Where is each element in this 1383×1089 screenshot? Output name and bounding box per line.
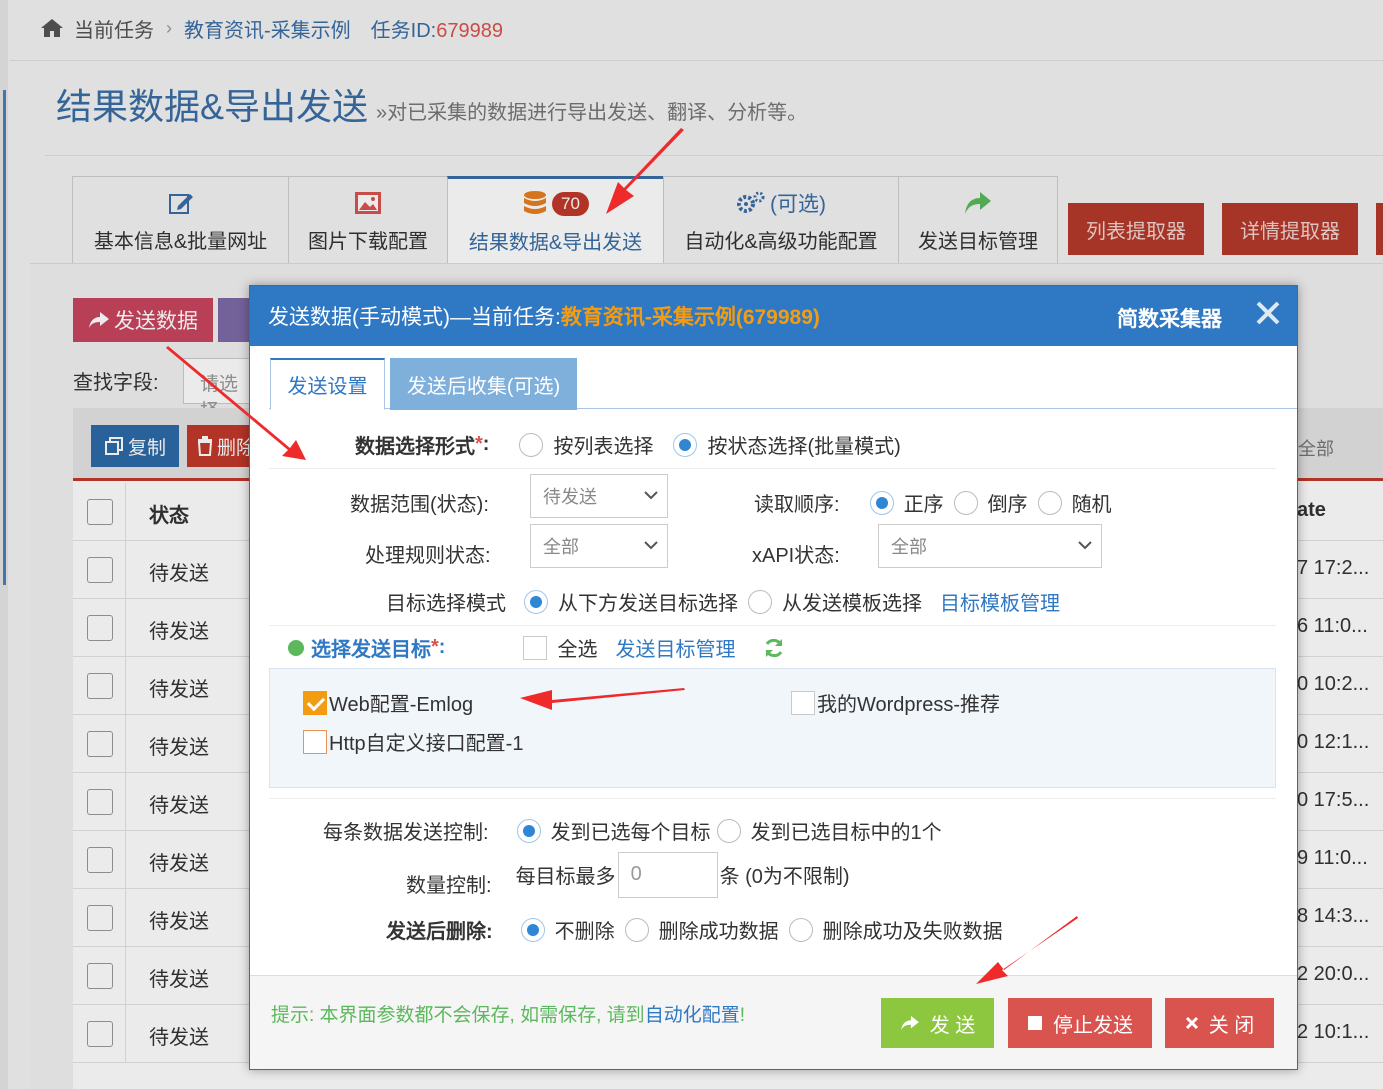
stop-icon: [1028, 1016, 1042, 1030]
data-range-value: 待发送: [543, 487, 597, 507]
radio-delete-all-label: 删除成功及失败数据: [822, 921, 1003, 943]
required-mark: *: [475, 433, 483, 455]
data-select-row: 数据选择形式 *: 按列表选择 按状态选择(批量模式): [355, 430, 901, 459]
automation-config-link[interactable]: 自动化配置: [645, 1005, 740, 1026]
modal-tabs: 发送设置 发送后收集(可选): [269, 355, 1297, 410]
per-data-row: 每条数据发送控制: 发到已选每个目标 发到已选目标中的1个: [323, 816, 942, 845]
status-dot-icon: [288, 639, 304, 656]
radio-target-below[interactable]: [524, 589, 548, 614]
select-target-label: 选择发送目标: [311, 639, 431, 661]
target-item-emlog[interactable]: Web配置-Emlog: [303, 688, 473, 717]
radio-no-delete-label: 不删除: [554, 921, 615, 943]
rule-status-value: 全部: [543, 537, 579, 557]
data-range-label: 数据范围(状态):: [350, 494, 489, 516]
modal-title: 发送数据(手动模式)—当前任务:: [268, 306, 561, 329]
target-item-wordpress[interactable]: 我的Wordpress-推荐: [791, 688, 1000, 717]
radio-by-status-label: 按状态选择(批量模式): [707, 436, 901, 458]
radio-order-random-label: 随机: [1071, 494, 1112, 516]
read-order-label: 读取顺序:: [754, 494, 840, 516]
divider: [269, 798, 1276, 799]
target-checkbox-http[interactable]: [303, 729, 327, 754]
xapi-status-value: 全部: [891, 537, 927, 557]
radio-target-template-label: 从发送模板选择: [782, 593, 922, 615]
chevron-down-icon: [644, 541, 658, 550]
close-button-label: 关 闭: [1208, 1014, 1255, 1037]
quantity-label: 数量控制:: [406, 875, 492, 897]
chevron-down-icon: [644, 491, 658, 500]
send-button[interactable]: 发 送: [881, 998, 994, 1048]
rule-status-select[interactable]: 全部: [530, 524, 668, 568]
read-order-row: 读取顺序: 正序 倒序 随机: [754, 488, 1112, 517]
data-select-label: 数据选择形式: [355, 436, 475, 458]
stop-send-label: 停止发送: [1053, 1014, 1133, 1037]
xapi-status-select[interactable]: 全部: [878, 524, 1102, 568]
target-label-emlog: Web配置-Emlog: [329, 694, 474, 716]
radio-by-list-label: 按列表选择: [553, 436, 654, 458]
select-all-label: 全选: [557, 639, 598, 661]
chevron-down-icon: [1078, 541, 1092, 550]
quantity-suffix: 条 (0为不限制): [719, 866, 850, 888]
delete-after-label: 发送后删除:: [386, 921, 493, 943]
tab-send-settings[interactable]: 发送设置: [270, 358, 385, 410]
radio-order-asc-label: 正序: [903, 494, 944, 516]
hint-text: 提示: 本界面参数都不会保存, 如需保存, 请到: [271, 1005, 645, 1026]
target-mode-label: 目标选择模式: [386, 593, 506, 615]
target-manage-link[interactable]: 发送目标管理: [615, 633, 735, 662]
rule-status-label: 处理规则状态:: [365, 545, 491, 567]
target-label-wordpress: 我的Wordpress-推荐: [817, 694, 1000, 716]
radio-send-one-label: 发到已选目标中的1个: [750, 822, 942, 844]
target-label-http: Http自定义接口配置-1: [329, 733, 524, 755]
send-button-label: 发 送: [929, 1014, 976, 1037]
hint-suffix: !: [739, 1005, 745, 1026]
divider: [269, 625, 1276, 626]
close-icon[interactable]: [1254, 299, 1282, 327]
data-range-select[interactable]: 待发送: [530, 474, 668, 518]
target-mode-row: 目标选择模式 从下方发送目标选择 从发送模板选择 目标模板管理: [386, 587, 1060, 616]
tab-after-send-collect[interactable]: 发送后收集(可选): [390, 358, 577, 410]
quantity-prefix: 每目标最多: [515, 866, 616, 888]
refresh-icon[interactable]: [763, 637, 785, 659]
save-hint: 提示: 本界面参数都不会保存, 如需保存, 请到自动化配置!: [271, 1000, 745, 1027]
radio-target-below-label: 从下方发送目标选择: [558, 593, 738, 615]
quantity-input[interactable]: 0: [617, 851, 718, 898]
modal-task-name: 教育资讯-采集示例(679989): [560, 306, 820, 329]
radio-order-desc-label: 倒序: [987, 494, 1028, 516]
share-icon: [900, 1015, 919, 1031]
radio-send-each-label: 发到已选每个目标: [550, 822, 711, 844]
stop-send-button[interactable]: 停止发送: [1008, 998, 1152, 1048]
select-all-checkbox[interactable]: [523, 635, 548, 660]
target-checkbox-wordpress[interactable]: [791, 690, 815, 715]
radio-no-delete[interactable]: [520, 917, 545, 942]
close-icon: [1185, 1016, 1198, 1030]
radio-order-asc[interactable]: [869, 490, 894, 515]
brand-name: 简数采集器: [1117, 308, 1222, 331]
radio-delete-all[interactable]: [788, 917, 813, 942]
radio-order-random[interactable]: [1037, 490, 1062, 515]
select-target-row: 选择发送目标 *: 全选 发送目标管理: [287, 633, 785, 662]
delete-after-row: 发送后删除: 不删除 删除成功数据 删除成功及失败数据: [386, 915, 1003, 944]
target-item-http[interactable]: Http自定义接口配置-1: [303, 727, 523, 756]
radio-send-one[interactable]: [716, 818, 741, 843]
radio-delete-success-label: 删除成功数据: [658, 921, 779, 943]
quantity-row: 数量控制: 每目标最多 0 条 (0为不限制): [406, 851, 850, 898]
per-data-label: 每条数据发送控制:: [323, 822, 489, 844]
radio-by-list[interactable]: [519, 432, 544, 457]
radio-by-status[interactable]: [673, 432, 698, 457]
xapi-status-label: xAPI状态:: [752, 545, 840, 567]
divider: [269, 468, 1276, 469]
radio-delete-success[interactable]: [624, 917, 649, 942]
modal-header: 发送数据(手动模式)—当前任务: 教育资讯-采集示例(679989) 简数采集器: [250, 286, 1297, 346]
close-button[interactable]: 关 闭: [1165, 998, 1274, 1048]
radio-order-desc[interactable]: [953, 490, 978, 515]
target-checkbox-emlog[interactable]: [303, 690, 327, 715]
radio-send-each[interactable]: [516, 818, 541, 843]
radio-target-template[interactable]: [748, 589, 772, 614]
template-manage-link[interactable]: 目标模板管理: [940, 587, 1060, 616]
